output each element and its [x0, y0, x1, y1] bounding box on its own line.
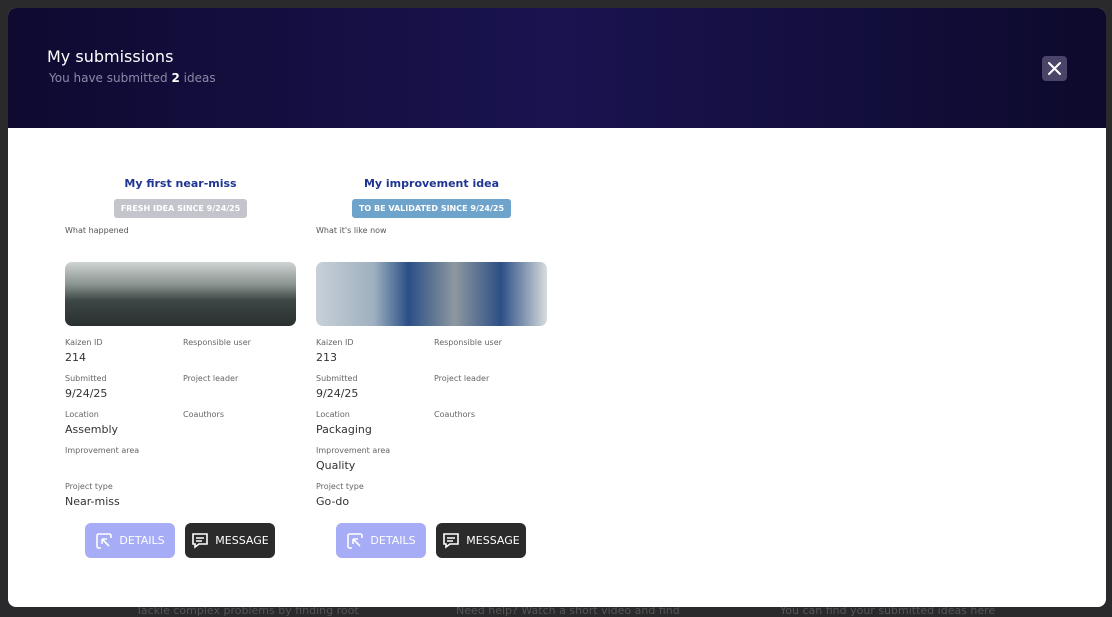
- modal-title: My submissions: [47, 47, 174, 66]
- field-label: Submitted: [65, 374, 107, 383]
- field: Coauthors: [434, 410, 547, 446]
- details-label: DETAILS: [119, 534, 165, 547]
- open-arrow-icon: [347, 532, 364, 549]
- field-label: Submitted: [316, 374, 358, 383]
- field-value: Assembly: [65, 423, 119, 436]
- field-value: Quality: [316, 459, 356, 472]
- field: Improvement area: [65, 446, 183, 482]
- field-label: Responsible user: [434, 338, 502, 347]
- field-value: 9/24/25: [316, 387, 359, 400]
- details-label: DETAILS: [370, 534, 416, 547]
- field-label: Project leader: [183, 374, 239, 383]
- field-label: Kaizen ID: [65, 338, 103, 347]
- field: Improvement area Quality: [316, 446, 434, 482]
- close-icon: [1048, 62, 1061, 75]
- submissions-modal: My submissions You have submitted 2 idea…: [8, 8, 1106, 607]
- idea-image: [316, 262, 547, 326]
- message-icon: [192, 532, 209, 549]
- submission-card: My improvement idea TO BE VALIDATED SINC…: [316, 177, 547, 558]
- description-label: What happened: [65, 226, 129, 235]
- open-arrow-icon: [96, 532, 113, 549]
- field-value: Packaging: [316, 423, 372, 436]
- modal-header: My submissions You have submitted 2 idea…: [8, 8, 1106, 128]
- field: Project type Go-do: [316, 482, 434, 518]
- field-label: Improvement area: [65, 446, 140, 455]
- field-value: Go-do: [316, 495, 350, 508]
- message-icon: [443, 532, 460, 549]
- field: Project type Near-miss: [65, 482, 183, 518]
- field-label: Coauthors: [434, 410, 476, 419]
- field-value: Near-miss: [65, 495, 120, 508]
- status-badge: TO BE VALIDATED SINCE 9/24/25: [351, 199, 512, 218]
- field-label: Location: [65, 410, 99, 419]
- message-label: MESSAGE: [466, 534, 520, 547]
- field-label: Responsible user: [183, 338, 251, 347]
- message-label: MESSAGE: [215, 534, 269, 547]
- field: Coauthors: [183, 410, 296, 446]
- field: Submitted 9/24/25: [65, 374, 183, 410]
- status-badge: FRESH IDEA SINCE 9/24/25: [113, 199, 248, 218]
- field-value: 9/24/25: [65, 387, 108, 400]
- field: Kaizen ID 213: [316, 338, 434, 374]
- card-title: My improvement idea: [363, 177, 500, 190]
- card-title: My first near-miss: [124, 177, 237, 190]
- field: Project leader: [183, 374, 296, 410]
- field: Kaizen ID 214: [65, 338, 183, 374]
- details-button[interactable]: DETAILS: [336, 523, 426, 558]
- description-label: What it's like now: [316, 226, 387, 235]
- field-label: Improvement area: [316, 446, 391, 455]
- field-label: Project type: [316, 482, 364, 491]
- field-label: Project type: [65, 482, 113, 491]
- field: Submitted 9/24/25: [316, 374, 434, 410]
- submission-card: My first near-miss FRESH IDEA SINCE 9/24…: [65, 177, 296, 558]
- field: [434, 446, 547, 482]
- field-label: Coauthors: [183, 410, 225, 419]
- details-button[interactable]: DETAILS: [85, 523, 175, 558]
- card-fields: Kaizen ID 214 Responsible user Submitted 9/2…: [65, 338, 296, 518]
- modal-subtitle: You have submitted 2 ideas: [49, 71, 216, 85]
- subtitle-prefix: You have submitted: [49, 71, 172, 85]
- submission-count: 2: [171, 71, 180, 85]
- message-button[interactable]: MESSAGE: [185, 523, 275, 558]
- subtitle-suffix: ideas: [179, 71, 216, 85]
- field: Responsible user: [434, 338, 547, 374]
- field-label: Project leader: [434, 374, 490, 383]
- idea-image: [65, 262, 296, 326]
- field: [183, 446, 296, 482]
- close-button[interactable]: [1042, 56, 1067, 81]
- message-button[interactable]: MESSAGE: [436, 523, 526, 558]
- field-label: Kaizen ID: [316, 338, 354, 347]
- field-value: 214: [65, 351, 86, 364]
- field-label: Location: [316, 410, 350, 419]
- field: Location Assembly: [65, 410, 183, 446]
- card-fields: Kaizen ID 213 Responsible user Submitted 9/2…: [316, 338, 547, 518]
- field: Project leader: [434, 374, 547, 410]
- field: Responsible user: [183, 338, 296, 374]
- field-value: 213: [316, 351, 337, 364]
- field: Location Packaging: [316, 410, 434, 446]
